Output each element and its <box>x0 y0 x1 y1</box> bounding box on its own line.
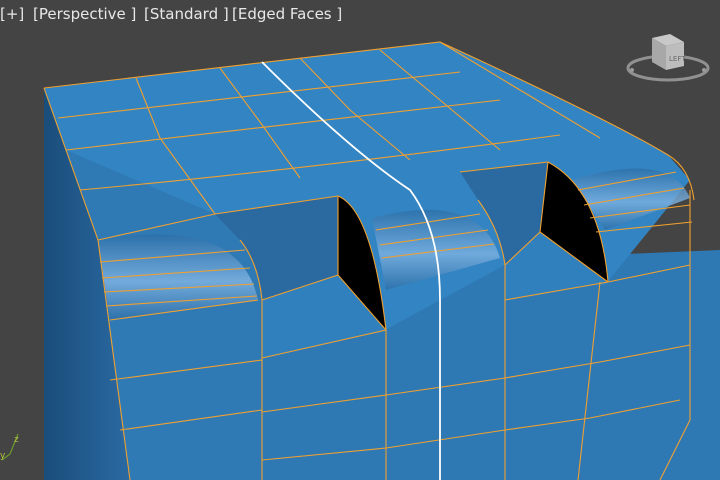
viewport-menu-button[interactable]: [+] <box>0 4 24 24</box>
axis-y-label: y <box>0 451 6 461</box>
axis-z-label: z <box>14 435 19 445</box>
mesh-object[interactable] <box>0 0 720 480</box>
shading-mode-label[interactable]: [Standard ] <box>144 4 229 24</box>
viewcube-icon[interactable]: LEFT <box>622 28 714 92</box>
viewcube-face-label: LEFT <box>669 55 686 63</box>
view-mode-label[interactable]: [Perspective ] <box>33 4 136 24</box>
axis-tripod-icon: z y <box>0 433 19 461</box>
display-mode-label[interactable]: [Edged Faces ] <box>232 4 342 24</box>
perspective-viewport[interactable]: [+] [Perspective ] [Standard ] [Edged Fa… <box>0 0 720 480</box>
